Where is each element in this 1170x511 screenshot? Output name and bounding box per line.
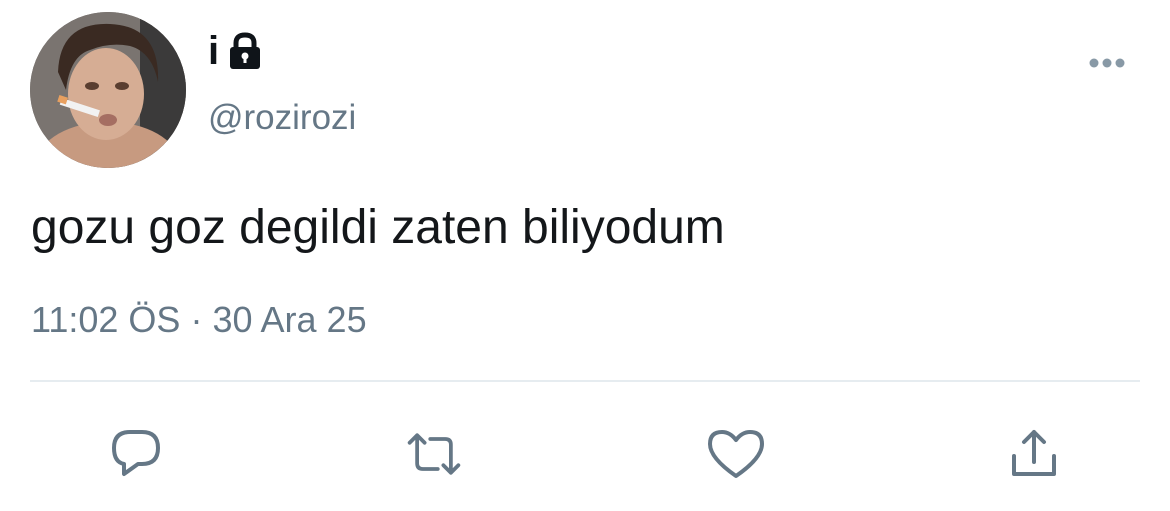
retweet-icon <box>407 433 461 475</box>
display-name[interactable]: i <box>208 28 265 74</box>
tweet-date: 30 Ara 25 <box>212 299 367 340</box>
lock-icon <box>225 31 265 71</box>
user-handle[interactable]: @rozirozi <box>208 100 356 135</box>
heart-icon <box>708 430 764 478</box>
avatar-image <box>30 12 186 168</box>
divider <box>30 380 1140 382</box>
timestamp-separator: · <box>190 299 203 340</box>
reply-icon <box>112 430 160 476</box>
share-button[interactable] <box>1004 424 1064 484</box>
reply-button[interactable] <box>106 424 166 484</box>
tweet-text: gozu goz degildi zaten biliyodum <box>31 201 725 254</box>
display-name-text: i <box>208 29 220 73</box>
tweet-timestamp[interactable]: 11:02 ÖS · 30 Ara 25 <box>31 302 367 338</box>
tweet-time: 11:02 ÖS <box>31 299 181 340</box>
share-icon <box>1012 430 1056 476</box>
like-button[interactable] <box>706 424 766 484</box>
retweet-button[interactable] <box>404 424 464 484</box>
more-dots-icon[interactable] <box>1086 53 1128 73</box>
avatar[interactable] <box>30 12 186 168</box>
